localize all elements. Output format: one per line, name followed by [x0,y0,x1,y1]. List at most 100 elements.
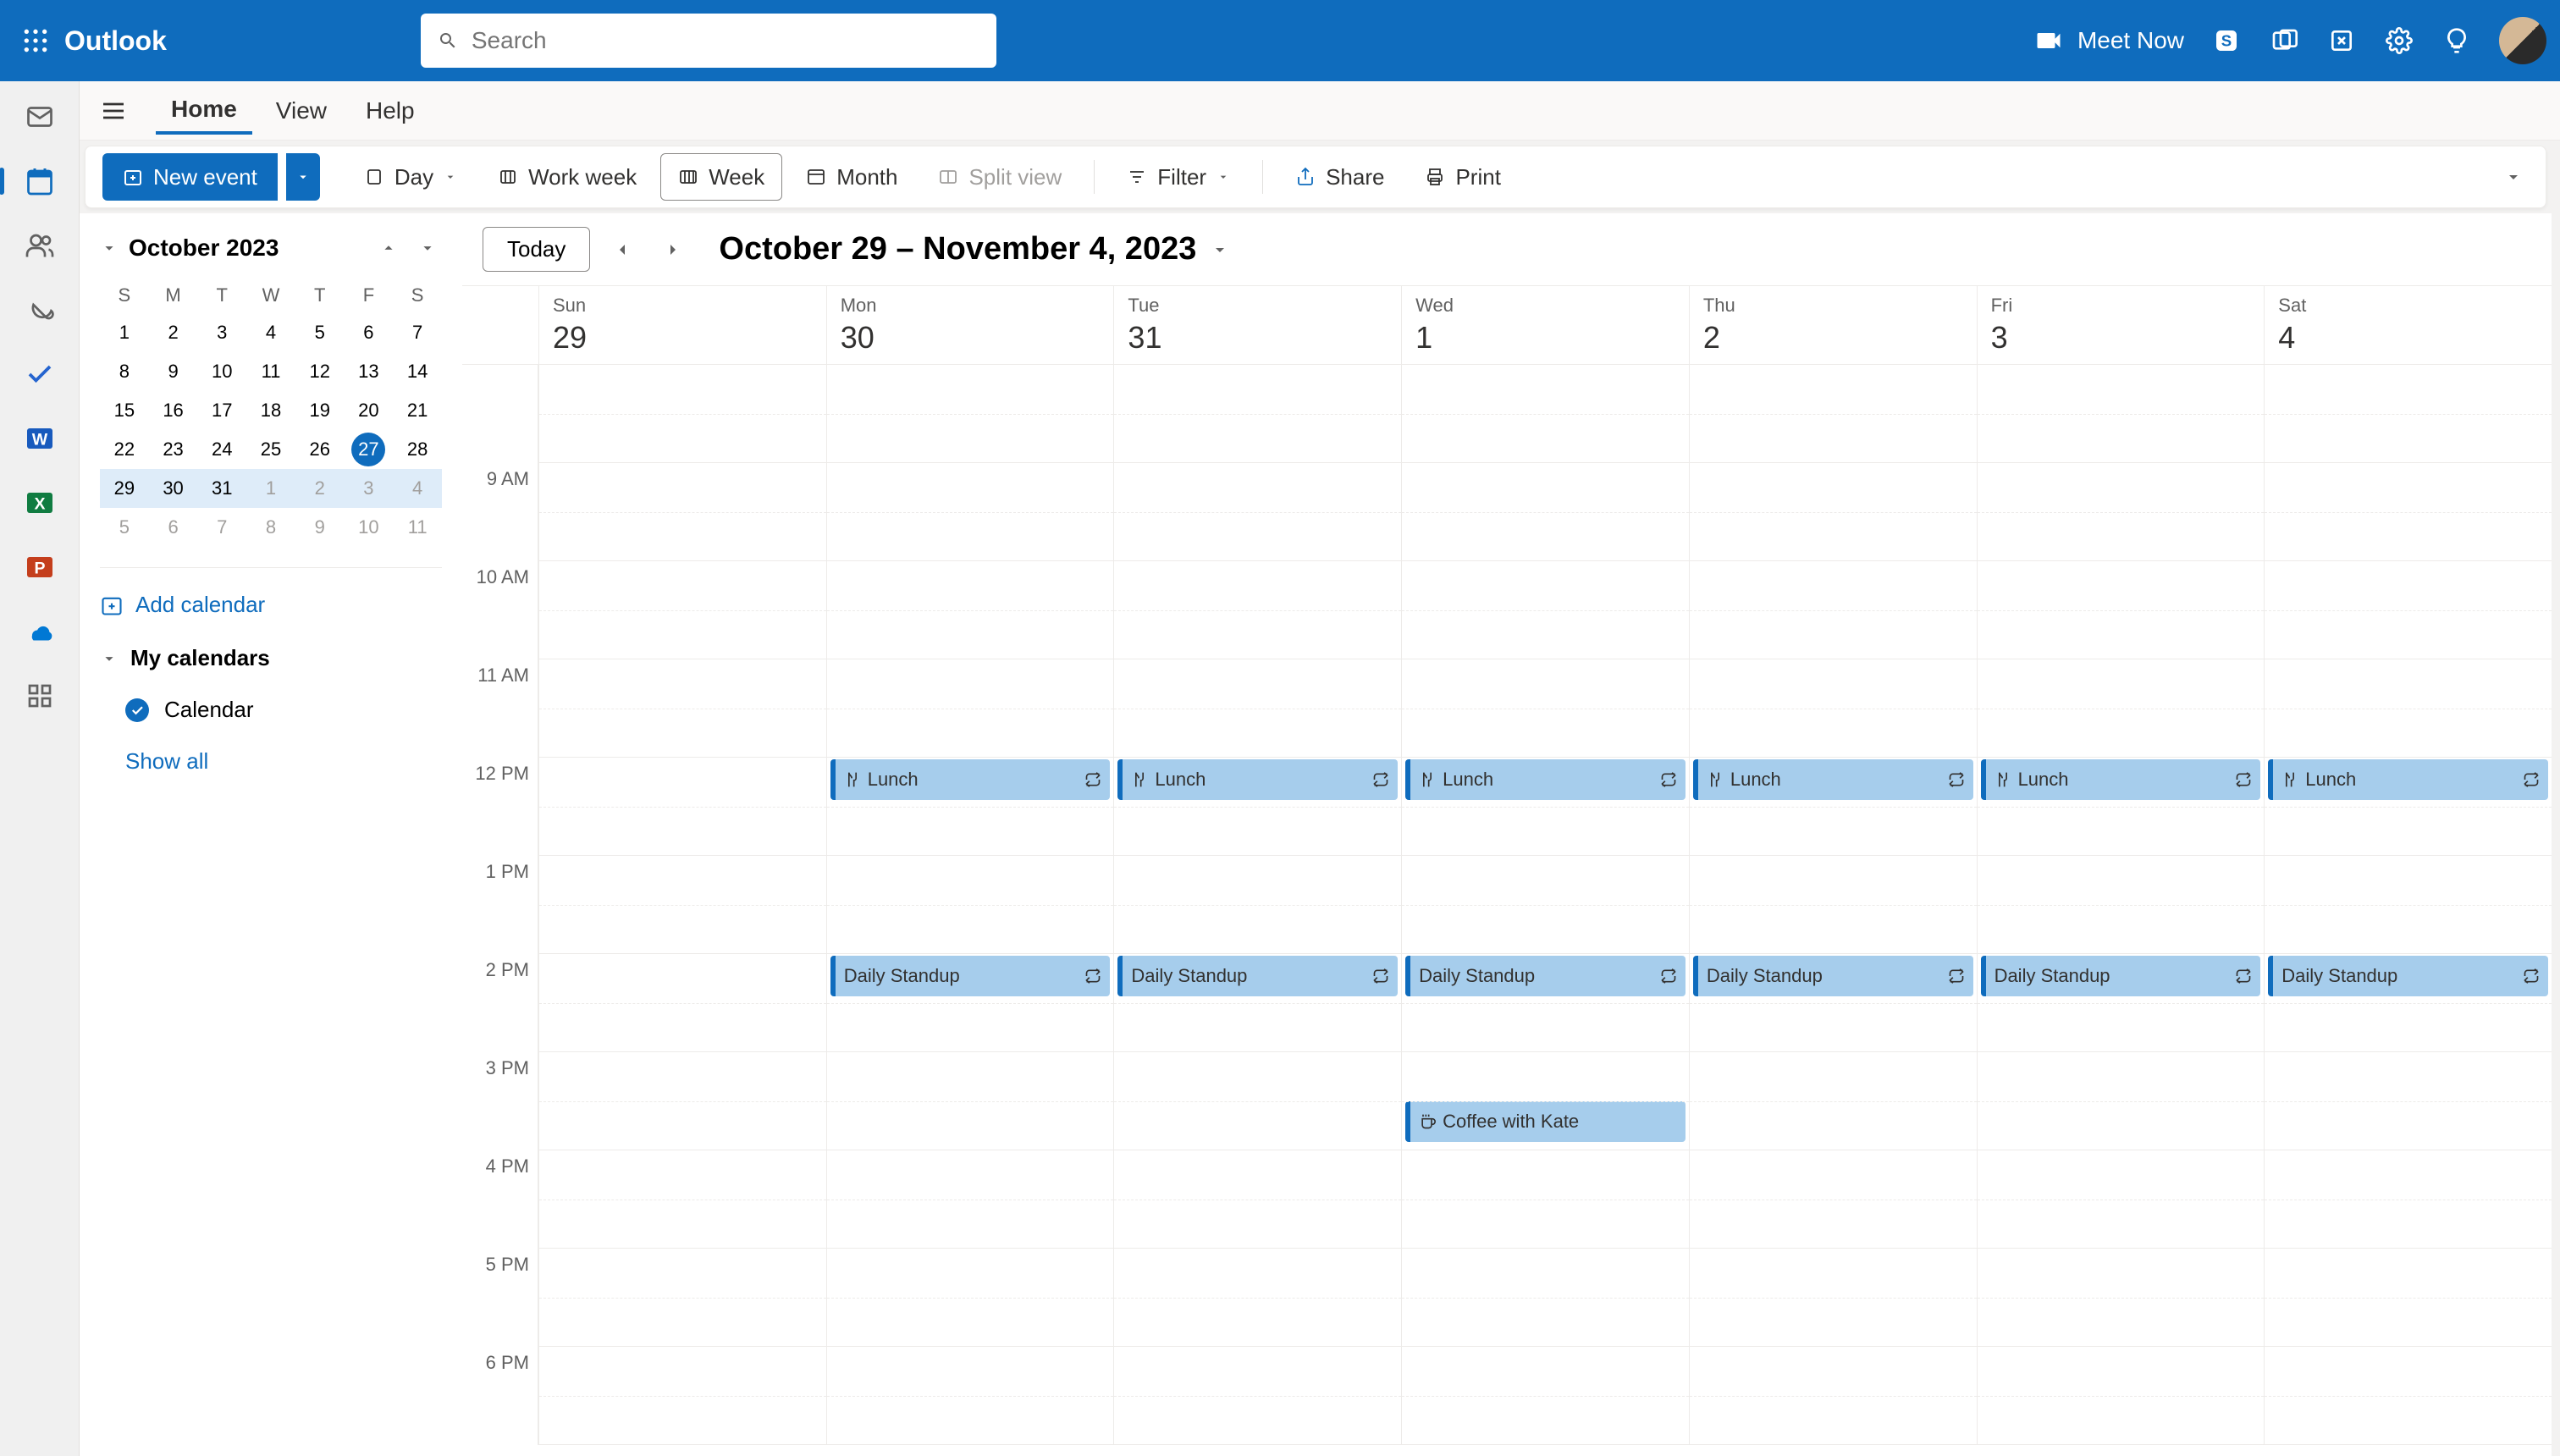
mini-cal-day[interactable]: 29 [100,469,149,508]
hour-cell[interactable] [1113,463,1401,561]
hour-cell[interactable] [538,758,826,856]
hour-cell[interactable] [538,1052,826,1150]
more-apps-icon[interactable] [21,677,58,714]
day-column-header[interactable]: Sun29 [538,286,826,364]
mini-cal-day[interactable]: 7 [197,508,246,547]
hour-cell[interactable] [1977,1052,2265,1150]
calendar-event[interactable]: Lunch [2268,759,2548,800]
mini-cal-day[interactable]: 30 [149,469,198,508]
search-input[interactable] [472,27,979,54]
hour-cell[interactable] [1689,1150,1977,1249]
hour-cell[interactable] [1977,856,2265,954]
hour-cell[interactable]: Lunch [1113,758,1401,856]
skype-icon[interactable]: S [2211,25,2242,56]
calendar-checkbox[interactable] [125,698,149,722]
hour-cell[interactable] [1401,365,1689,463]
mini-cal-day[interactable]: 21 [393,391,442,430]
hour-cell[interactable] [1401,1347,1689,1445]
hour-cell[interactable] [538,1347,826,1445]
mini-cal-day[interactable]: 26 [295,430,345,469]
hour-cell[interactable] [1977,365,2265,463]
hour-cell[interactable] [1401,856,1689,954]
hour-cell[interactable] [1113,365,1401,463]
calendar-event[interactable]: Daily Standup [2268,956,2548,996]
mini-cal-day[interactable]: 7 [393,313,442,352]
mini-cal-day[interactable]: 1 [100,313,149,352]
hour-cell[interactable] [1977,1150,2265,1249]
hour-cell[interactable] [1401,1249,1689,1347]
hour-cell[interactable] [826,561,1114,659]
hour-cell[interactable] [1977,659,2265,758]
hour-cell[interactable] [1113,1052,1401,1150]
mini-cal-day[interactable]: 18 [246,391,295,430]
hour-cell[interactable] [1689,1052,1977,1150]
hour-cell[interactable]: Lunch [1401,758,1689,856]
mini-cal-day[interactable]: 10 [197,352,246,391]
hour-cell[interactable]: Daily Standup [826,954,1114,1052]
hour-cell[interactable]: Daily Standup [2264,954,2552,1052]
calendar-list-item[interactable]: Calendar [100,685,442,735]
calendar-event[interactable]: Daily Standup [1117,956,1398,996]
onedrive-icon[interactable] [21,613,58,650]
my-calendars-toggle[interactable]: My calendars [100,631,442,685]
mini-cal-day[interactable]: 24 [197,430,246,469]
word-icon[interactable]: W [21,420,58,457]
app-launcher-icon[interactable] [20,25,51,56]
hour-cell[interactable] [1113,1347,1401,1445]
print-button[interactable]: Print [1408,153,1517,201]
hour-cell[interactable] [2264,1347,2552,1445]
month-view-button[interactable]: Month [789,153,914,201]
tips-icon[interactable] [2441,25,2472,56]
today-button[interactable]: Today [483,227,590,272]
mini-cal-day[interactable]: 16 [149,391,198,430]
mini-cal-day[interactable]: 8 [246,508,295,547]
calendar-event[interactable]: Lunch [1405,759,1686,800]
hour-cell[interactable] [1977,561,2265,659]
hour-cell[interactable]: Lunch [1689,758,1977,856]
split-view-button[interactable]: Split view [921,153,1079,201]
day-column-header[interactable]: Mon30 [826,286,1114,364]
hour-cell[interactable] [538,1249,826,1347]
mini-cal-day[interactable]: 9 [295,508,345,547]
hour-cell[interactable] [826,1347,1114,1445]
hour-cell[interactable]: Daily Standup [1977,954,2265,1052]
mini-cal-day[interactable]: 6 [345,313,394,352]
mini-cal-day[interactable]: 27 [351,433,385,466]
hour-cell[interactable] [1113,561,1401,659]
hour-cell[interactable] [2264,856,2552,954]
people-icon[interactable] [21,227,58,264]
calendar-event[interactable]: Lunch [1693,759,1973,800]
hour-cell[interactable] [2264,1249,2552,1347]
hour-cell[interactable] [1401,659,1689,758]
hour-cell[interactable] [2264,463,2552,561]
mini-cal-day[interactable]: 3 [345,469,394,508]
hour-cell[interactable] [538,659,826,758]
hour-cell[interactable]: Daily Standup [1689,954,1977,1052]
mini-cal-day[interactable]: 2 [149,313,198,352]
mini-cal-day[interactable]: 9 [149,352,198,391]
hour-cell[interactable] [1113,1249,1401,1347]
hour-cell[interactable] [1977,1347,2265,1445]
mini-cal-next[interactable] [413,234,442,262]
work-week-view-button[interactable]: Work week [481,153,654,201]
day-view-button[interactable]: Day [347,153,474,201]
calendar-icon[interactable] [21,163,58,200]
hour-cell[interactable] [826,463,1114,561]
mail-icon[interactable] [21,98,58,135]
mini-cal-day[interactable]: 1 [246,469,295,508]
tab-view[interactable]: View [261,89,342,133]
hour-cell[interactable]: Daily Standup [1113,954,1401,1052]
hour-cell[interactable] [1689,1347,1977,1445]
mini-cal-day[interactable]: 17 [197,391,246,430]
calendar-event[interactable]: Lunch [830,759,1111,800]
hour-cell[interactable] [1689,561,1977,659]
day-column-header[interactable]: Thu2 [1689,286,1977,364]
hour-cell[interactable] [826,659,1114,758]
mini-cal-day[interactable]: 5 [100,508,149,547]
hour-cell[interactable] [1689,1249,1977,1347]
day-column-header[interactable]: Sat4 [2264,286,2552,364]
hour-cell[interactable] [826,365,1114,463]
hour-cell[interactable]: Daily Standup [1401,954,1689,1052]
hour-cell[interactable] [2264,561,2552,659]
mini-cal-day[interactable]: 10 [345,508,394,547]
